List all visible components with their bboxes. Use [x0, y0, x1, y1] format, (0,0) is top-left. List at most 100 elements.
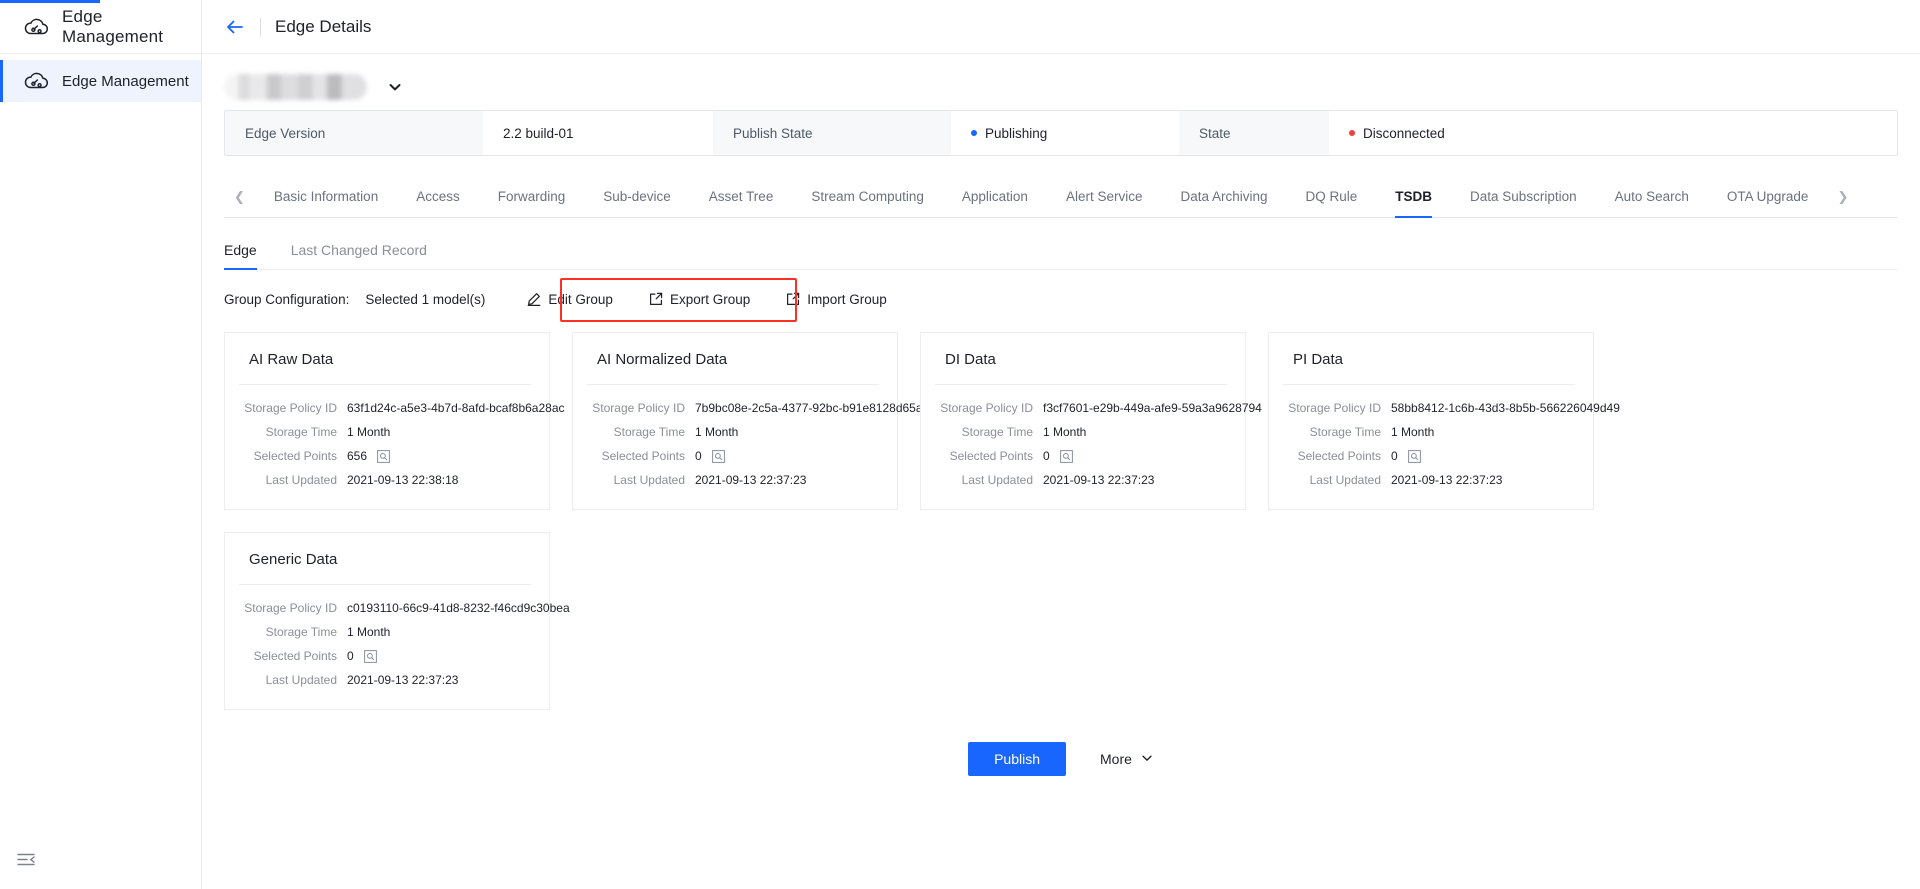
card-title: DI Data — [945, 351, 996, 368]
search-points-icon[interactable] — [711, 449, 725, 463]
tab-tsdb[interactable]: TSDB — [1376, 176, 1451, 218]
chevron-down-icon[interactable] — [387, 79, 403, 95]
import-group-button[interactable]: Import Group — [786, 292, 887, 307]
field-label: Storage Time — [1309, 425, 1381, 439]
tab-basic-information[interactable]: Basic Information — [255, 176, 397, 217]
field-label: Storage Policy ID — [940, 401, 1033, 415]
field-value: c0193110-66c9-41d8-8232-f46cd9c30bea — [347, 601, 570, 615]
sidebar-item-label: Edge Management — [62, 72, 189, 90]
field-label: Selected Points — [1297, 449, 1381, 463]
card-divider — [239, 584, 531, 585]
field-label: Selected Points — [253, 649, 337, 663]
card-title: AI Normalized Data — [597, 351, 728, 368]
selected-models-text: Selected 1 model(s) — [365, 291, 486, 307]
edge-info-strip: Edge Version 2.2 build-01 Publish State … — [224, 110, 1898, 156]
tab-dq-rule[interactable]: DQ Rule — [1287, 176, 1377, 217]
info-value-state: Disconnected — [1329, 111, 1897, 155]
field-value: 1 Month — [347, 425, 391, 439]
card-row-storage-policy-id: Storage Policy ID 58bb8412-1c6b-43d3-8b5… — [1283, 401, 1620, 415]
tab-data-archiving[interactable]: Data Archiving — [1161, 176, 1286, 217]
field-value: 2021-09-13 22:37:23 — [1043, 473, 1155, 487]
tab-sub-device[interactable]: Sub-device — [584, 176, 690, 217]
arrow-left-icon[interactable] — [224, 16, 246, 38]
tab-application[interactable]: Application — [943, 176, 1047, 217]
status-dot-publishing — [971, 130, 977, 136]
search-points-icon[interactable] — [377, 449, 390, 463]
main-area: Edge Details Edge Version 2.2 build-01 P… — [202, 0, 1920, 889]
info-label-publish-state: Publish State — [713, 111, 951, 155]
subtab-edge[interactable]: Edge — [224, 232, 257, 270]
export-icon — [649, 292, 663, 306]
subtab-last-changed-record[interactable]: Last Changed Record — [291, 232, 427, 269]
search-points-icon[interactable] — [1407, 449, 1421, 463]
card-row-selected-points: Selected Points 0 — [935, 449, 1227, 463]
page-header: Edge Details — [202, 0, 1920, 54]
tab-auto-search[interactable]: Auto Search — [1596, 176, 1708, 217]
card-divider — [935, 384, 1227, 385]
sidebar-item-edge-management[interactable]: Edge Management — [0, 60, 201, 102]
field-label: Storage Time — [265, 625, 337, 639]
card-row-storage-time: Storage Time 1 Month — [239, 425, 531, 439]
more-button[interactable]: More — [1100, 751, 1154, 768]
collapse-menu-icon[interactable] — [16, 850, 36, 870]
field-value: 0 — [695, 449, 702, 463]
tsdb-subtabs: Edge Last Changed Record — [224, 232, 1898, 270]
tab-data-subscription[interactable]: Data Subscription — [1451, 176, 1596, 217]
field-value: 2021-09-13 22:37:23 — [695, 473, 807, 487]
card-row-last-updated: Last Updated 2021-09-13 22:37:23 — [587, 473, 879, 487]
field-label: Selected Points — [253, 449, 337, 463]
field-value: 58bb8412-1c6b-43d3-8b5b-566226049d49 — [1391, 401, 1620, 415]
export-group-label: Export Group — [669, 291, 751, 307]
card-divider — [239, 384, 531, 385]
card-row-storage-time: Storage Time 1 Month — [239, 625, 531, 639]
field-label: Last Updated — [265, 473, 337, 487]
card-title: Generic Data — [249, 551, 338, 568]
field-label: Last Updated — [265, 673, 337, 687]
search-points-icon[interactable] — [363, 649, 377, 663]
field-label: Storage Time — [613, 425, 685, 439]
search-points-icon[interactable] — [1059, 449, 1073, 463]
card-row-last-updated: Last Updated 2021-09-13 22:37:23 — [1283, 473, 1575, 487]
tab-stream-computing[interactable]: Stream Computing — [792, 176, 943, 217]
more-label: More — [1100, 751, 1132, 767]
field-label: Storage Policy ID — [592, 401, 685, 415]
status-dot-disconnected — [1349, 130, 1355, 136]
field-value: 1 Month — [1391, 425, 1435, 439]
device-name-redacted — [224, 74, 367, 100]
card-row-last-updated: Last Updated 2021-09-13 22:38:18 — [239, 473, 531, 487]
card-row-storage-policy-id: Storage Policy ID f3cf7601-e29b-449a-afe… — [935, 401, 1262, 415]
publish-state-text: Publishing — [985, 125, 1048, 141]
publish-button[interactable]: Publish — [968, 742, 1066, 776]
card-row-storage-policy-id: Storage Policy ID 7b9bc08e-2c5a-4377-92b… — [587, 401, 922, 415]
card-row-last-updated: Last Updated 2021-09-13 22:37:23 — [935, 473, 1227, 487]
tab-alert-service[interactable]: Alert Service — [1047, 176, 1162, 217]
field-label: Last Updated — [613, 473, 685, 487]
tab-ota-upgrade[interactable]: OTA Upgrade — [1708, 176, 1828, 217]
device-selector[interactable] — [224, 54, 1898, 110]
page-content: Edge Version 2.2 build-01 Publish State … — [202, 54, 1920, 889]
field-value: 7b9bc08e-2c5a-4377-92bc-b91e8128d65a — [695, 401, 923, 415]
tab-asset-tree[interactable]: Asset Tree — [690, 176, 793, 217]
chevron-down-icon — [1140, 751, 1154, 768]
field-label: Selected Points — [949, 449, 1033, 463]
tab-access[interactable]: Access — [397, 176, 479, 217]
field-value: 0 — [1391, 449, 1398, 463]
field-label: Storage Time — [265, 425, 337, 439]
group-configuration-label: Group Configuration: — [224, 291, 350, 307]
cloud-edge-icon — [24, 16, 50, 38]
tab-forwarding[interactable]: Forwarding — [479, 176, 585, 217]
export-group-button[interactable]: Export Group — [649, 292, 750, 307]
edit-group-button[interactable]: Edit Group — [527, 292, 613, 307]
field-value: 2021-09-13 22:37:23 — [1391, 473, 1503, 487]
card-row-selected-points: Selected Points 0 — [1283, 449, 1575, 463]
sidebar-footer — [0, 831, 201, 889]
field-value: 63f1d24c-a5e3-4b7d-8afd-bcaf8b6a28ac — [347, 401, 565, 415]
info-label-state: State — [1179, 111, 1329, 155]
chevron-left-icon[interactable]: ❮ — [224, 189, 255, 205]
tsdb-card-grid: AI Raw Data Storage Policy ID 63f1d24c-a… — [224, 332, 1898, 732]
tsdb-card: PI Data Storage Policy ID 58bb8412-1c6b-… — [1268, 332, 1620, 510]
card-row-storage-policy-id: Storage Policy ID 63f1d24c-a5e3-4b7d-8af… — [239, 401, 564, 415]
group-configuration-bar: Group Configuration: Selected 1 model(s)… — [224, 270, 1898, 328]
chevron-right-icon[interactable]: ❯ — [1827, 189, 1858, 205]
card-row-storage-time: Storage Time 1 Month — [935, 425, 1227, 439]
